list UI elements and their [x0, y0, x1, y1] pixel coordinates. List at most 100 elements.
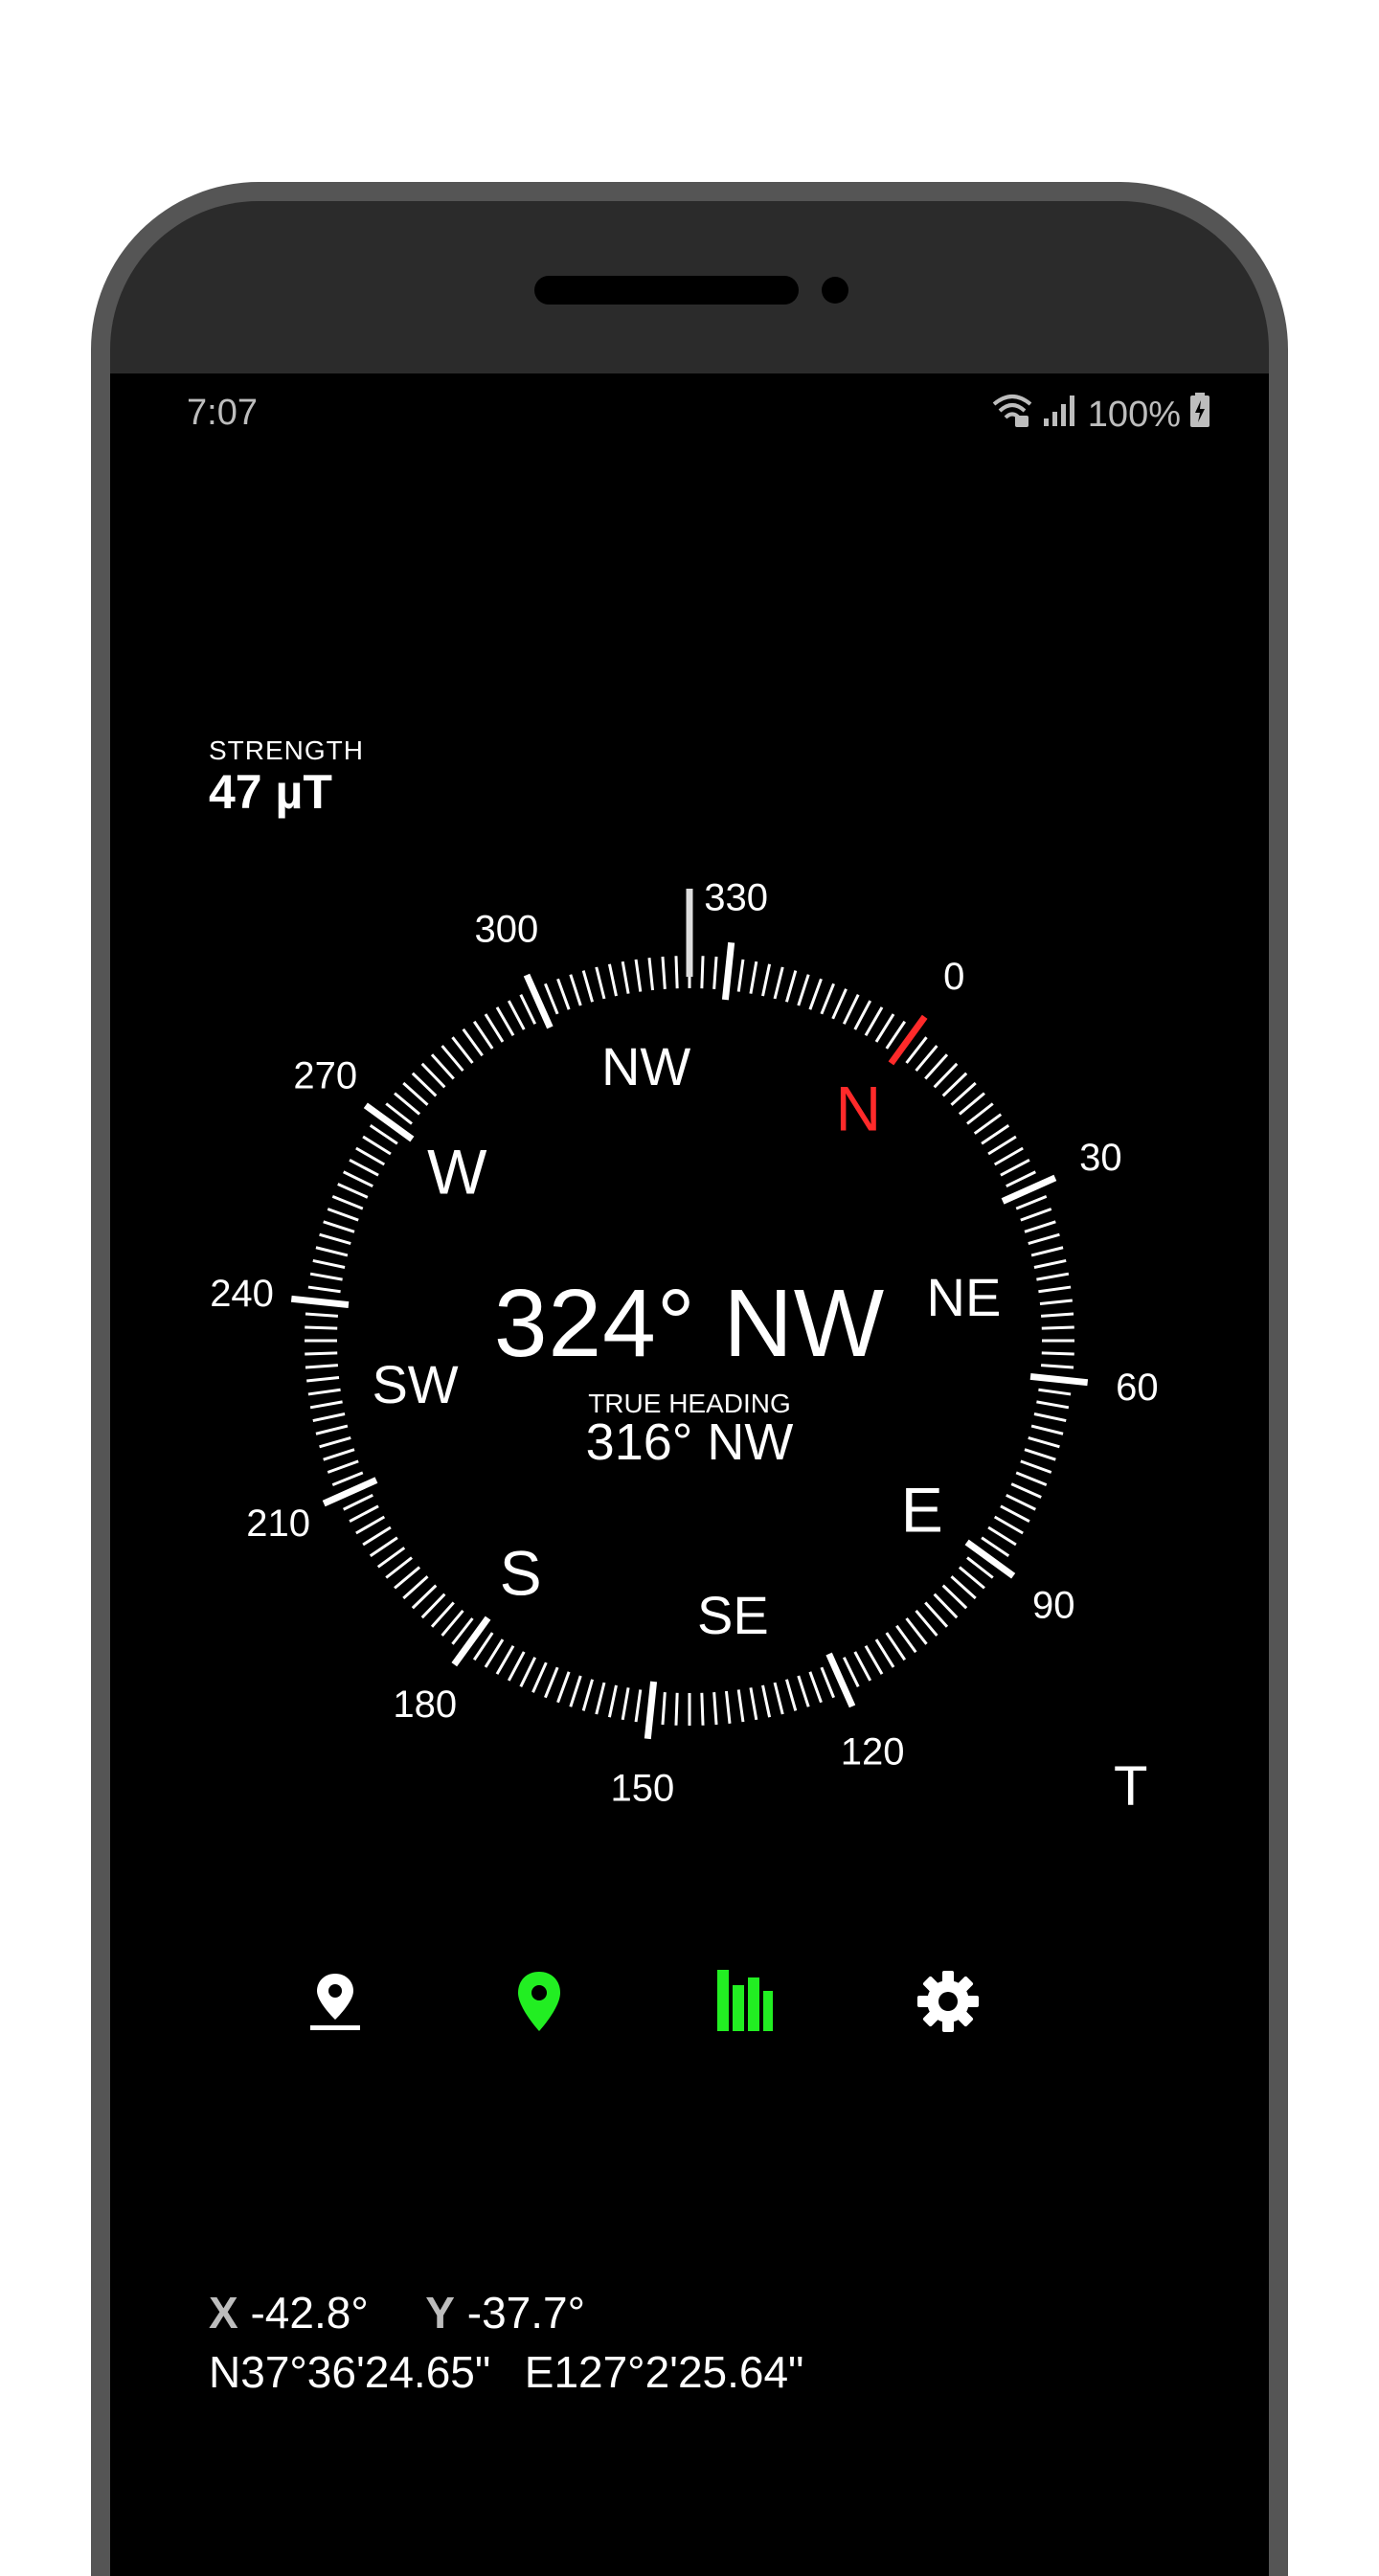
dial-minor-tick	[495, 1644, 515, 1675]
dial-minor-tick	[1000, 1504, 1030, 1524]
dial-minor-tick	[853, 1000, 872, 1030]
dial-minor-tick	[784, 1679, 798, 1711]
dial-minor-tick	[362, 1135, 392, 1156]
dial-minor-tick	[749, 1687, 758, 1721]
tilt-y-value: -37.7°	[466, 2288, 585, 2338]
longitude-key: E	[524, 2347, 554, 2397]
dial-minor-tick	[1006, 1170, 1036, 1188]
dial-minor-tick	[950, 1575, 977, 1600]
dial-minor-tick	[1000, 1158, 1030, 1177]
dial-minor-tick	[331, 1195, 364, 1210]
dial-minor-tick	[430, 1053, 455, 1080]
dial-minor-tick	[749, 960, 758, 994]
dial-minor-tick	[808, 1671, 823, 1704]
dial-minor-tick	[607, 963, 618, 997]
dial-minor-tick	[784, 970, 798, 1003]
dial-minor-tick	[864, 1006, 884, 1037]
dial-minor-tick	[441, 1609, 464, 1637]
dial-minor-tick	[343, 1170, 373, 1188]
latitude-value: 37°36'24.65"	[240, 2347, 491, 2397]
true-north-toggle[interactable]: T	[1114, 1754, 1147, 1819]
dial-minor-tick	[864, 1644, 884, 1675]
degree-label: 90	[1032, 1584, 1075, 1626]
degree-label: 0	[943, 956, 964, 998]
dial-minor-tick	[895, 1624, 917, 1654]
dial-minor-tick	[941, 1072, 968, 1097]
dial-minor-tick	[349, 1504, 379, 1524]
cardinal-label: NW	[601, 1036, 690, 1096]
dial-minor-tick	[987, 1525, 1017, 1547]
dial-minor-tick	[761, 963, 772, 997]
dial-minor-tick	[319, 1232, 351, 1246]
dial-minor-tick	[595, 966, 606, 1000]
dial-minor-tick	[797, 974, 810, 1006]
location-pin-filled-button[interactable]	[496, 1958, 582, 2045]
bar-chart-icon	[717, 1970, 773, 2031]
degree-label: 30	[1079, 1137, 1122, 1179]
dial-minor-tick	[712, 956, 718, 990]
dial-minor-tick	[874, 1638, 895, 1668]
phone-camera	[822, 277, 848, 304]
dial-minor-tick	[661, 956, 667, 990]
location-pin-filled-icon	[518, 1972, 560, 2031]
dial-minor-tick	[323, 1220, 355, 1233]
dial-minor-tick	[842, 1657, 860, 1687]
dial-minor-tick	[933, 1593, 959, 1619]
magnetic-heading: 324° NW	[493, 1270, 886, 1377]
dial-minor-tick	[842, 994, 860, 1025]
app-screen: 7:07 100% STRENGTH 47 µT 0 30 60 90 120 …	[110, 373, 1269, 2576]
dial-minor-tick	[569, 1675, 582, 1707]
dial-minor-tick	[634, 1689, 643, 1723]
dial-minor-tick	[462, 1028, 484, 1057]
dial-minor-tick	[647, 958, 655, 991]
tilt-readout: X -42.8° Y -37.7°	[209, 2287, 585, 2339]
degree-label: 180	[393, 1683, 457, 1726]
dial-minor-tick	[1020, 1208, 1052, 1222]
dial-major-tick	[888, 1014, 928, 1066]
compass-dial[interactable]: 0306090120150180210240270300330NNEESESSW…	[110, 373, 1269, 2001]
dial-minor-tick	[595, 1682, 606, 1715]
tilt-y-key: Y	[425, 2288, 455, 2338]
dial-minor-tick	[1033, 1258, 1067, 1269]
gear-icon	[917, 1971, 979, 2032]
dial-minor-tick	[1030, 1246, 1064, 1257]
dial-minor-tick	[337, 1183, 369, 1199]
dial-major-tick	[644, 1681, 658, 1740]
dial-minor-tick	[736, 959, 745, 992]
settings-button[interactable]	[905, 1958, 991, 2045]
dial-minor-tick	[885, 1632, 907, 1661]
dial-major-tick	[825, 1652, 856, 1708]
dial-minor-tick	[519, 994, 537, 1025]
dial-minor-tick	[385, 1556, 413, 1579]
degree-label: 330	[704, 877, 768, 919]
dial-minor-tick	[1024, 1220, 1056, 1233]
dial-minor-tick	[1006, 1493, 1036, 1511]
dial-minor-tick	[941, 1584, 968, 1610]
dial-minor-tick	[820, 1666, 835, 1699]
bar-chart-button[interactable]	[701, 1958, 787, 2045]
dial-major-tick	[523, 973, 554, 1029]
dial-minor-tick	[507, 1651, 526, 1682]
cardinal-label: N	[835, 1073, 881, 1143]
longitude-value: 127°2'25.64"	[554, 2347, 804, 2397]
latitude-key: N	[209, 2347, 241, 2397]
dial-minor-tick	[924, 1601, 949, 1628]
dial-minor-tick	[874, 1013, 895, 1043]
degree-label: 270	[293, 1055, 357, 1097]
dial-minor-tick	[484, 1638, 505, 1668]
location-pin-outline-button[interactable]	[292, 1958, 378, 2045]
dial-major-tick	[964, 1539, 1016, 1579]
dial-minor-tick	[355, 1146, 386, 1166]
dial-minor-tick	[993, 1515, 1024, 1535]
dial-minor-tick	[712, 1691, 718, 1726]
dial-minor-tick	[1015, 1471, 1048, 1486]
dial-minor-tick	[327, 1208, 359, 1222]
dial-minor-tick	[581, 970, 595, 1003]
dial-minor-tick	[607, 1684, 618, 1718]
dial-minor-tick	[362, 1525, 392, 1547]
dial-minor-tick	[531, 1661, 548, 1693]
dial-major-tick	[721, 941, 735, 1001]
dial-minor-tick	[369, 1536, 398, 1558]
dial-minor-tick	[736, 1689, 745, 1723]
dial-minor-tick	[1028, 1232, 1060, 1246]
